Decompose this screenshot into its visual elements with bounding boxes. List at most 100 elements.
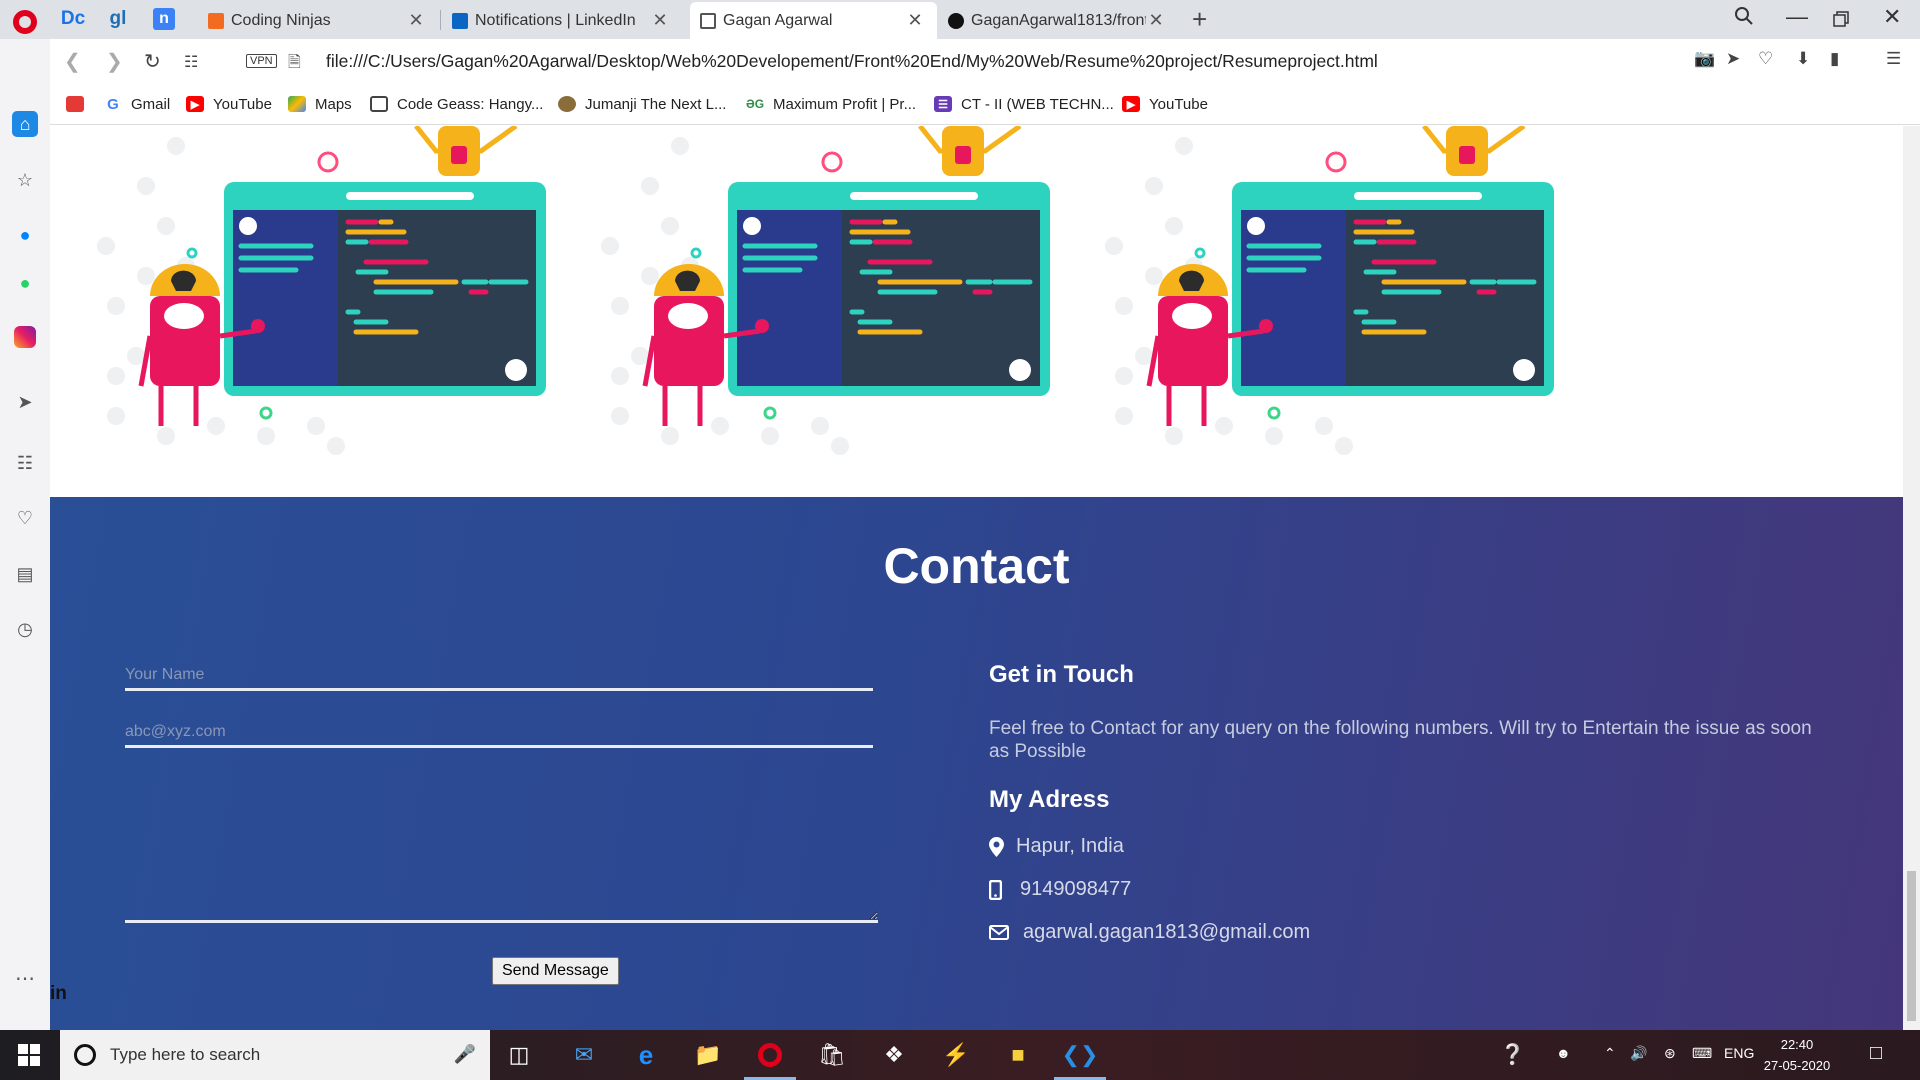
phone-text: 9149098477 <box>1020 878 1132 900</box>
microphone-icon[interactable]: 🎤 <box>454 1044 476 1065</box>
get-in-touch-heading: Get in Touch <box>989 661 1134 688</box>
pinned-tab-gl-icon[interactable]: gl <box>103 6 133 32</box>
bookmark-label: Code Geass: Hangy... <box>397 95 544 113</box>
send-message-button[interactable]: Send Message <box>492 957 619 985</box>
page-scrollbar[interactable] <box>1903 126 1920 1030</box>
windows-start-icon[interactable] <box>18 1044 40 1066</box>
task-view-icon[interactable]: ◫ <box>501 1038 537 1072</box>
app-icon <box>66 96 84 112</box>
messenger-icon[interactable]: ● <box>12 222 38 248</box>
message-textarea[interactable] <box>125 759 878 923</box>
azure-icon[interactable]: ⚡ <box>938 1038 974 1072</box>
send-icon[interactable]: ➤ <box>12 389 38 415</box>
url-field[interactable]: file:///C:/Users/Gagan%20Agarwal/Desktop… <box>326 51 1378 72</box>
close-tab-icon[interactable]: ✕ <box>905 10 925 31</box>
bookmark-label: Gmail <box>131 95 171 113</box>
bookmark-heart-icon[interactable]: ♡ <box>1758 49 1773 69</box>
dropbox-icon[interactable]: ❖ <box>876 1038 912 1072</box>
taskbar-search-box[interactable]: Type here to search 🎤 <box>60 1030 490 1080</box>
input-language-icon[interactable]: ⌨ <box>1692 1045 1712 1062</box>
whatsapp-icon[interactable]: ● <box>12 270 38 296</box>
help-icon[interactable]: ❔ <box>1500 1042 1525 1067</box>
speed-dial-grid-icon[interactable]: ☷ <box>12 450 38 476</box>
close-tab-icon[interactable]: ✕ <box>1146 10 1166 31</box>
bookmark-youtube-2[interactable]: ▶ YouTube <box>1122 93 1208 115</box>
tab-linkedin[interactable]: Notifications | LinkedIn ✕ <box>442 2 682 39</box>
snapshot-camera-icon[interactable]: 📷 <box>1694 49 1715 69</box>
bookmark-code-geass[interactable]: Code Geass: Hangy... <box>370 93 543 115</box>
tab-coding-ninjas[interactable]: Coding Ninjas ✕ <box>198 2 438 39</box>
tab-github[interactable]: GaganAgarwal1813/fronte ✕ <box>938 2 1178 39</box>
easy-setup-icon[interactable]: ☰ <box>1886 49 1901 69</box>
edge-icon[interactable]: e <box>628 1038 664 1072</box>
star-icon[interactable]: ☆ <box>12 167 38 193</box>
contact-section: Contact Send Message in Get in Touch Fee… <box>50 497 1903 1030</box>
bookmark-ct-ii[interactable]: ☰ CT - II (WEB TECHN... <box>934 93 1114 115</box>
clock-time: 22:40 <box>1780 1037 1814 1052</box>
home-icon[interactable]: ⌂ <box>12 111 38 137</box>
name-input[interactable] <box>125 662 873 691</box>
restore-icon[interactable] <box>1832 8 1850 34</box>
system-clock[interactable]: 22:40 27-05-2020 <box>1762 1034 1832 1076</box>
email-text[interactable]: agarwal.gagan1813@gmail.com <box>1023 921 1310 944</box>
tab-title: GaganAgarwal1813/fronte <box>971 11 1146 29</box>
pinned-tab-pc-icon[interactable]: Dc <box>58 6 88 32</box>
forward-icon[interactable]: ❯ <box>106 49 123 74</box>
mobile-phone-icon <box>989 879 1002 900</box>
bookmark-gmail[interactable]: G Gmail <box>104 93 170 115</box>
downloads-icon[interactable]: ⬇ <box>1796 49 1810 69</box>
bookmark-label: YouTube <box>1149 95 1208 113</box>
linkedin-icon[interactable]: in <box>50 983 67 1005</box>
bookmark-label: Jumanji The Next L... <box>585 95 727 113</box>
bookmark-jumanji[interactable]: Jumanji The Next L... <box>558 93 726 115</box>
vscode-icon[interactable]: ❮❯ <box>1054 1038 1106 1080</box>
people-icon[interactable]: ☻ <box>1556 1045 1571 1061</box>
new-tab-plus-icon[interactable]: + <box>1192 4 1207 35</box>
cortana-circle-icon <box>74 1044 96 1066</box>
store-icon[interactable]: 🛍 <box>814 1038 850 1072</box>
battery-saver-icon[interactable]: ▮ <box>1830 49 1839 69</box>
bookmark-app-icon[interactable] <box>66 93 93 115</box>
more-dots-icon[interactable]: ⋯ <box>12 965 38 991</box>
instagram-icon[interactable] <box>14 326 36 348</box>
heart-icon[interactable]: ♡ <box>12 505 38 531</box>
email-input[interactable] <box>125 719 873 748</box>
pinned-tab-n-icon[interactable]: n <box>153 8 175 30</box>
tab-gagan-agarwal[interactable]: Gagan Agarwal ✕ <box>690 2 937 39</box>
language-indicator[interactable]: ENG <box>1724 1045 1754 1061</box>
youtube-icon: ▶ <box>186 96 204 112</box>
opera-taskbar-icon[interactable] <box>744 1038 796 1080</box>
address-heading: My Adress <box>989 786 1110 813</box>
tab-title: Coding Ninjas <box>231 11 331 29</box>
bookmark-maximum-profit[interactable]: ƏG Maximum Profit | Pr... <box>746 93 916 115</box>
location-row: Hapur, India <box>989 835 1124 858</box>
file-explorer-icon[interactable]: 📁 <box>690 1038 726 1072</box>
scrollbar-thumb[interactable] <box>1907 871 1916 1021</box>
tab-divider <box>440 10 441 30</box>
bookmark-youtube[interactable]: ▶ YouTube <box>186 93 272 115</box>
send-flow-icon[interactable]: ➤ <box>1726 49 1740 69</box>
action-center-icon[interactable]: □ <box>1870 1042 1882 1065</box>
network-icon[interactable]: ⊛ <box>1664 1045 1676 1062</box>
reload-icon[interactable]: ↻ <box>144 49 161 74</box>
opera-menu-icon[interactable] <box>13 10 37 34</box>
show-hidden-icons-chevron-icon[interactable]: ⌃ <box>1604 1045 1616 1062</box>
search-tabs-icon[interactable] <box>1734 6 1754 32</box>
volume-icon[interactable]: 🔊 <box>1630 1045 1647 1062</box>
sticky-notes-icon[interactable]: ■ <box>1000 1038 1036 1072</box>
close-tab-icon[interactable]: ✕ <box>650 10 670 31</box>
minimize-icon[interactable]: — <box>1786 4 1808 30</box>
taskbar-search-placeholder: Type here to search <box>110 1045 261 1064</box>
close-window-icon[interactable]: ✕ <box>1883 4 1901 30</box>
close-tab-icon[interactable]: ✕ <box>406 10 426 31</box>
google-icon: G <box>104 96 122 113</box>
mail-icon[interactable]: ✉ <box>566 1038 602 1072</box>
bookmark-maps[interactable]: Maps <box>288 93 352 115</box>
linkedin-icon <box>452 12 468 29</box>
history-clock-icon[interactable]: ◷ <box>12 616 38 642</box>
speed-dial-icon[interactable]: ☷ <box>184 52 198 72</box>
file-page-icon: 🗎 <box>288 54 301 71</box>
news-icon[interactable]: ▤ <box>12 561 38 587</box>
vpn-badge[interactable]: VPN <box>246 54 277 68</box>
back-icon[interactable]: ❮ <box>64 49 81 74</box>
